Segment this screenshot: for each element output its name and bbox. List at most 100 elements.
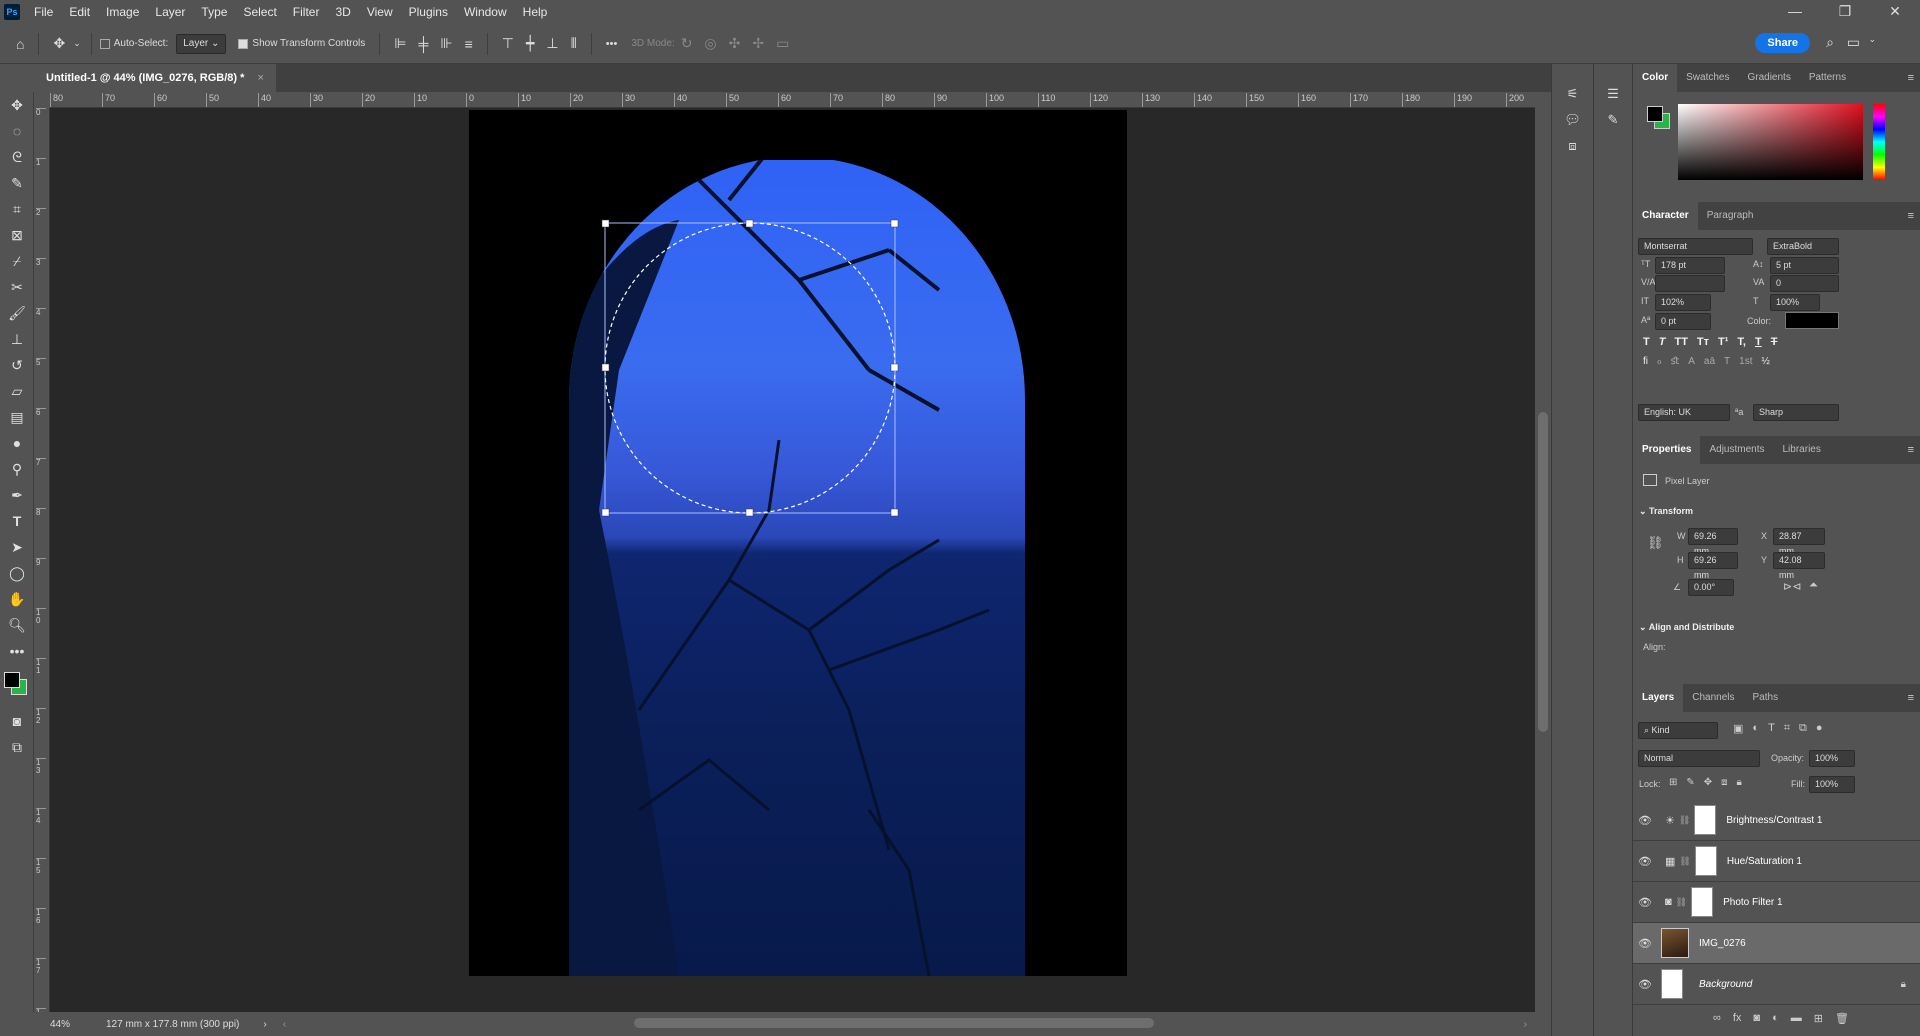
- distribute-vertical-icon[interactable]: ⦀: [565, 35, 583, 52]
- edit-toolbar-icon[interactable]: •••: [0, 638, 34, 664]
- workspace-chevron-icon[interactable]: ⌄: [1862, 34, 1882, 45]
- frame-tool-icon[interactable]: ⊠: [0, 222, 34, 248]
- filter-pixel-icon[interactable]: ▣: [1733, 722, 1743, 735]
- marquee-tool-icon[interactable]: ◌: [0, 118, 34, 144]
- transform-selection[interactable]: [600, 218, 900, 518]
- menu-filter[interactable]: Filter: [285, 0, 328, 24]
- foreground-color-swatch[interactable]: [4, 672, 20, 688]
- small-caps-button[interactable]: Tт: [1697, 336, 1709, 348]
- angle-field[interactable]: 0.00°: [1688, 579, 1734, 596]
- blend-mode-select[interactable]: Normal: [1638, 750, 1760, 767]
- all-caps-button[interactable]: TT: [1674, 336, 1687, 348]
- move-tool-icon[interactable]: ✥: [47, 35, 71, 52]
- faux-italic-button[interactable]: T: [1659, 336, 1666, 348]
- eraser-tool-icon[interactable]: ▱: [0, 378, 34, 404]
- fill-field[interactable]: 100%: [1809, 776, 1855, 793]
- leading-field[interactable]: 5 pt: [1770, 257, 1839, 274]
- transform-heading[interactable]: ⌄ Transform: [1639, 506, 1693, 517]
- layer-mask-thumbnail[interactable]: [1694, 846, 1717, 876]
- eyedropper-icon[interactable]: ⌿: [0, 248, 34, 274]
- hue-slider[interactable]: [1873, 104, 1885, 180]
- hand-tool-icon[interactable]: ✋: [0, 586, 34, 612]
- tracking-field[interactable]: 0: [1770, 275, 1839, 292]
- tab-paragraph[interactable]: Paragraph: [1698, 202, 1763, 230]
- contextual-alternates-button[interactable]: ﬆ: [1671, 356, 1680, 367]
- color-picker[interactable]: [1633, 92, 1920, 202]
- lock-artboard-icon[interactable]: ⧈: [1721, 777, 1727, 788]
- x-field[interactable]: 28.87 mm: [1773, 528, 1825, 556]
- vertical-scale-field[interactable]: 102%: [1655, 294, 1711, 311]
- menu-3d[interactable]: 3D: [327, 0, 358, 24]
- visibility-eye-icon[interactable]: 👁︎: [1633, 978, 1657, 991]
- menu-type[interactable]: Type: [193, 0, 235, 24]
- faux-bold-button[interactable]: T: [1643, 336, 1650, 348]
- layer-filter-select[interactable]: ⌕ Kind: [1638, 722, 1718, 739]
- menu-help[interactable]: Help: [515, 0, 556, 24]
- visibility-eye-icon[interactable]: 👁︎: [1633, 855, 1657, 868]
- clone-stamp-icon[interactable]: ⊥: [0, 326, 34, 352]
- font-style-select[interactable]: ExtraBold: [1767, 238, 1839, 255]
- menu-image[interactable]: Image: [98, 0, 147, 24]
- quick-selection-icon[interactable]: ✎: [0, 170, 34, 196]
- subscript-button[interactable]: T,: [1737, 336, 1746, 348]
- filter-shape-icon[interactable]: ⌗: [1784, 722, 1790, 735]
- type-tool-icon[interactable]: T: [0, 508, 34, 534]
- document-tab[interactable]: Untitled-1 @ 44% (IMG_0276, RGB/8) * ×: [34, 64, 276, 92]
- menu-edit[interactable]: Edit: [61, 0, 98, 24]
- lock-all-icon[interactable]: 🔒︎: [1737, 777, 1742, 788]
- gradient-tool-icon[interactable]: ▤: [0, 404, 34, 430]
- plugins-icon[interactable]: ⧈: [1563, 138, 1583, 154]
- ordinals-button[interactable]: 1st: [1739, 356, 1752, 367]
- tab-color[interactable]: Color: [1633, 64, 1678, 92]
- tab-gradients[interactable]: Gradients: [1738, 64, 1799, 92]
- align-bottom-icon[interactable]: ⊥: [540, 35, 564, 52]
- stylistic-alternates-button[interactable]: aā: [1704, 356, 1715, 367]
- vertical-scrollbar[interactable]: [1535, 92, 1551, 1012]
- more-options-button[interactable]: •••: [600, 38, 624, 50]
- zoom-tool-icon[interactable]: 🔍︎: [0, 612, 34, 638]
- layer-name[interactable]: Hue/Saturation 1: [1727, 856, 1802, 867]
- lock-transparent-icon[interactable]: ⊞: [1669, 777, 1677, 788]
- search-icon[interactable]: ⌕: [1820, 34, 1840, 51]
- close-tab-icon[interactable]: ×: [257, 72, 263, 84]
- align-center-icon[interactable]: ╪: [412, 36, 434, 52]
- layer-name[interactable]: Background: [1699, 979, 1752, 990]
- distribute-icon[interactable]: ≡: [459, 36, 479, 52]
- layer-style-icon[interactable]: fx: [1733, 1012, 1742, 1025]
- scroll-left-icon[interactable]: ‹: [283, 1019, 286, 1030]
- opacity-field[interactable]: 100%: [1809, 750, 1855, 767]
- antialias-select[interactable]: Sharp: [1753, 404, 1839, 421]
- layer-mask-thumbnail[interactable]: [1691, 887, 1714, 917]
- flip-horizontal-icon[interactable]: ⊳⊲: [1783, 580, 1801, 593]
- move-tool-icon[interactable]: ✥: [0, 92, 34, 118]
- y-field[interactable]: 42.08 mm: [1773, 552, 1825, 580]
- zoom-level[interactable]: 44%: [50, 1019, 90, 1030]
- comments-icon[interactable]: 💬︎: [1563, 112, 1583, 128]
- filter-toggle-icon[interactable]: ●: [1816, 722, 1823, 735]
- filter-type-icon[interactable]: T: [1768, 722, 1775, 735]
- vertical-scroll-thumb[interactable]: [1538, 412, 1548, 732]
- brush-tool-icon[interactable]: 🖌: [0, 300, 34, 326]
- visibility-eye-icon[interactable]: 👁︎: [1633, 937, 1657, 950]
- layer-row[interactable]: 👁︎ ☀ ⛓ Brightness/Contrast 1: [1633, 800, 1920, 841]
- menu-view[interactable]: View: [359, 0, 401, 24]
- text-color-swatch[interactable]: [1785, 312, 1839, 329]
- menu-plugins[interactable]: Plugins: [401, 0, 456, 24]
- flip-vertical-icon[interactable]: ⏶: [1809, 579, 1818, 592]
- tab-character[interactable]: Character: [1633, 202, 1698, 230]
- background-thumbnail[interactable]: [1661, 969, 1683, 999]
- chevron-down-icon[interactable]: ⌄: [71, 38, 83, 49]
- tab-patterns[interactable]: Patterns: [1800, 64, 1855, 92]
- menu-layer[interactable]: Layer: [147, 0, 193, 24]
- tab-properties[interactable]: Properties: [1633, 436, 1701, 464]
- align-right-icon[interactable]: ⊪: [434, 35, 458, 52]
- layer-row[interactable]: 👁︎ ◙ ⛓ Photo Filter 1: [1633, 882, 1920, 923]
- tab-adjustments[interactable]: Adjustments: [1700, 436, 1773, 464]
- align-top-icon[interactable]: ⊤: [496, 35, 520, 52]
- canvas-area[interactable]: [50, 108, 1535, 1012]
- link-icon[interactable]: ⛓: [1647, 535, 1664, 551]
- panel-menu-icon[interactable]: ≡: [1908, 72, 1914, 84]
- healing-brush-icon[interactable]: ✂: [0, 274, 34, 300]
- menu-select[interactable]: Select: [235, 0, 284, 24]
- character-menu-icon[interactable]: ≡: [1908, 210, 1914, 222]
